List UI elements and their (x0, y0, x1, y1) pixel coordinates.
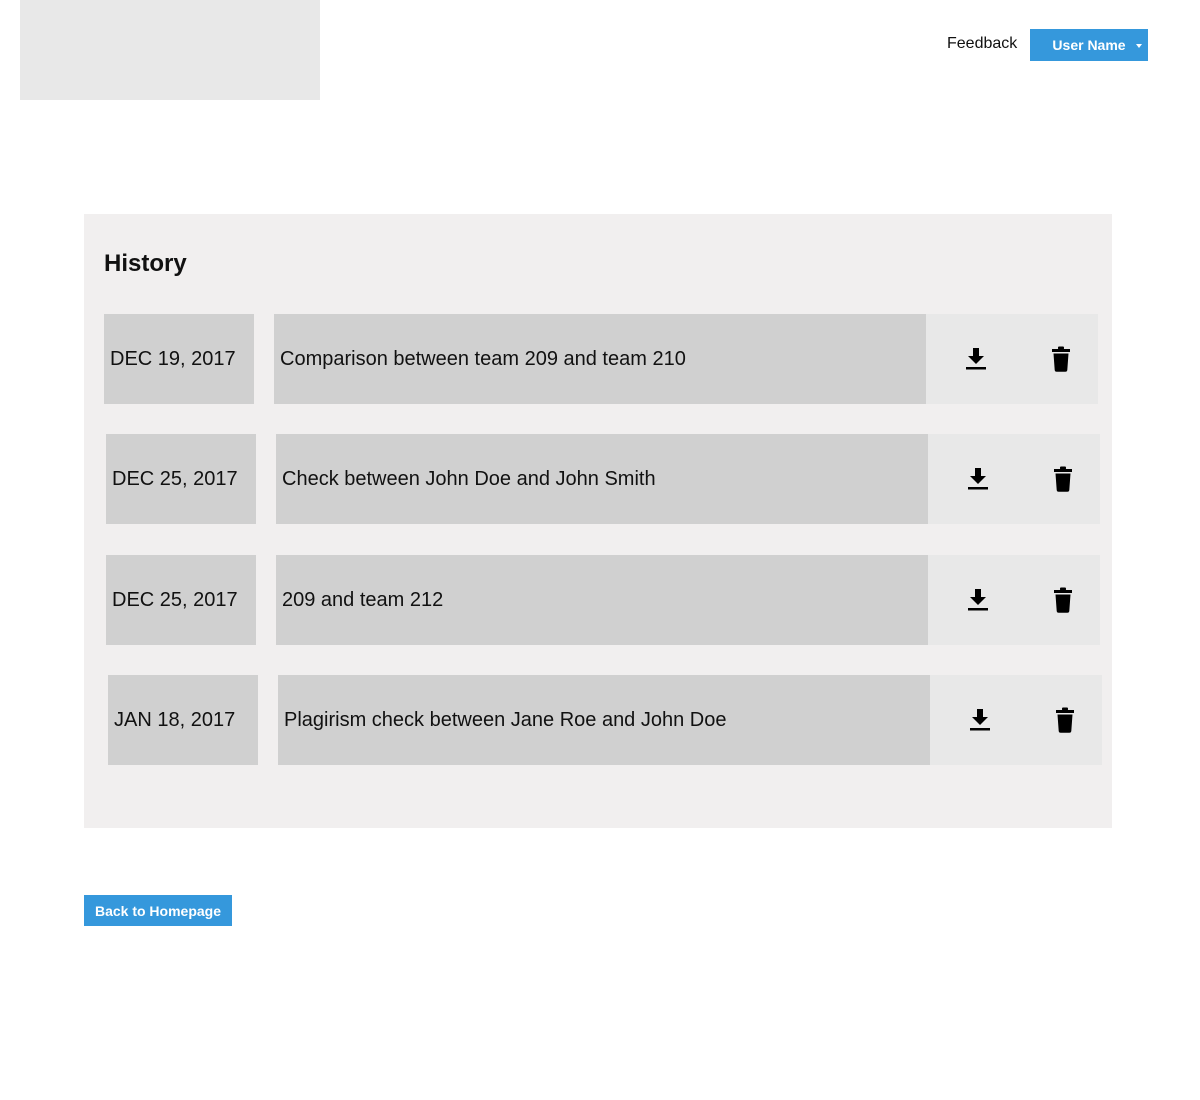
chevron-down-icon (1136, 43, 1142, 48)
download-icon[interactable] (962, 345, 990, 373)
trash-icon[interactable] (1047, 345, 1075, 373)
download-icon[interactable] (966, 706, 994, 734)
history-row-actions (926, 314, 1098, 404)
trash-icon[interactable] (1049, 465, 1077, 493)
user-menu-button[interactable]: User Name (1030, 29, 1148, 61)
history-row-date: JAN 18, 2017 (108, 675, 258, 765)
history-row-actions (928, 555, 1100, 645)
history-row-actions (928, 434, 1100, 524)
trash-icon[interactable] (1051, 706, 1079, 734)
history-row-description: Plagirism check between Jane Roe and Joh… (278, 675, 930, 765)
download-icon[interactable] (964, 465, 992, 493)
history-row-date: DEC 25, 2017 (106, 555, 256, 645)
history-row-date: DEC 19, 2017 (104, 314, 254, 404)
feedback-link[interactable]: Feedback (947, 35, 1017, 53)
history-row-description: Check between John Doe and John Smith (276, 434, 928, 524)
history-row: JAN 18, 2017 Plagirism check between Jan… (108, 675, 1102, 765)
logo-placeholder (20, 0, 320, 100)
history-row-actions (930, 675, 1102, 765)
history-row-date: DEC 25, 2017 (106, 434, 256, 524)
history-panel: History DEC 19, 2017 Comparison between … (84, 214, 1112, 828)
history-row-description: Comparison between team 209 and team 210 (274, 314, 926, 404)
trash-icon[interactable] (1049, 586, 1077, 614)
history-row: DEC 25, 2017 209 and team 212 (106, 555, 1100, 645)
history-row-description: 209 and team 212 (276, 555, 928, 645)
history-row: DEC 25, 2017 Check between John Doe and … (106, 434, 1100, 524)
download-icon[interactable] (964, 586, 992, 614)
user-menu-label: User Name (1052, 37, 1126, 53)
back-to-homepage-button[interactable]: Back to Homepage (84, 895, 232, 926)
page-title: History (104, 250, 187, 277)
history-row: DEC 19, 2017 Comparison between team 209… (104, 314, 1098, 404)
